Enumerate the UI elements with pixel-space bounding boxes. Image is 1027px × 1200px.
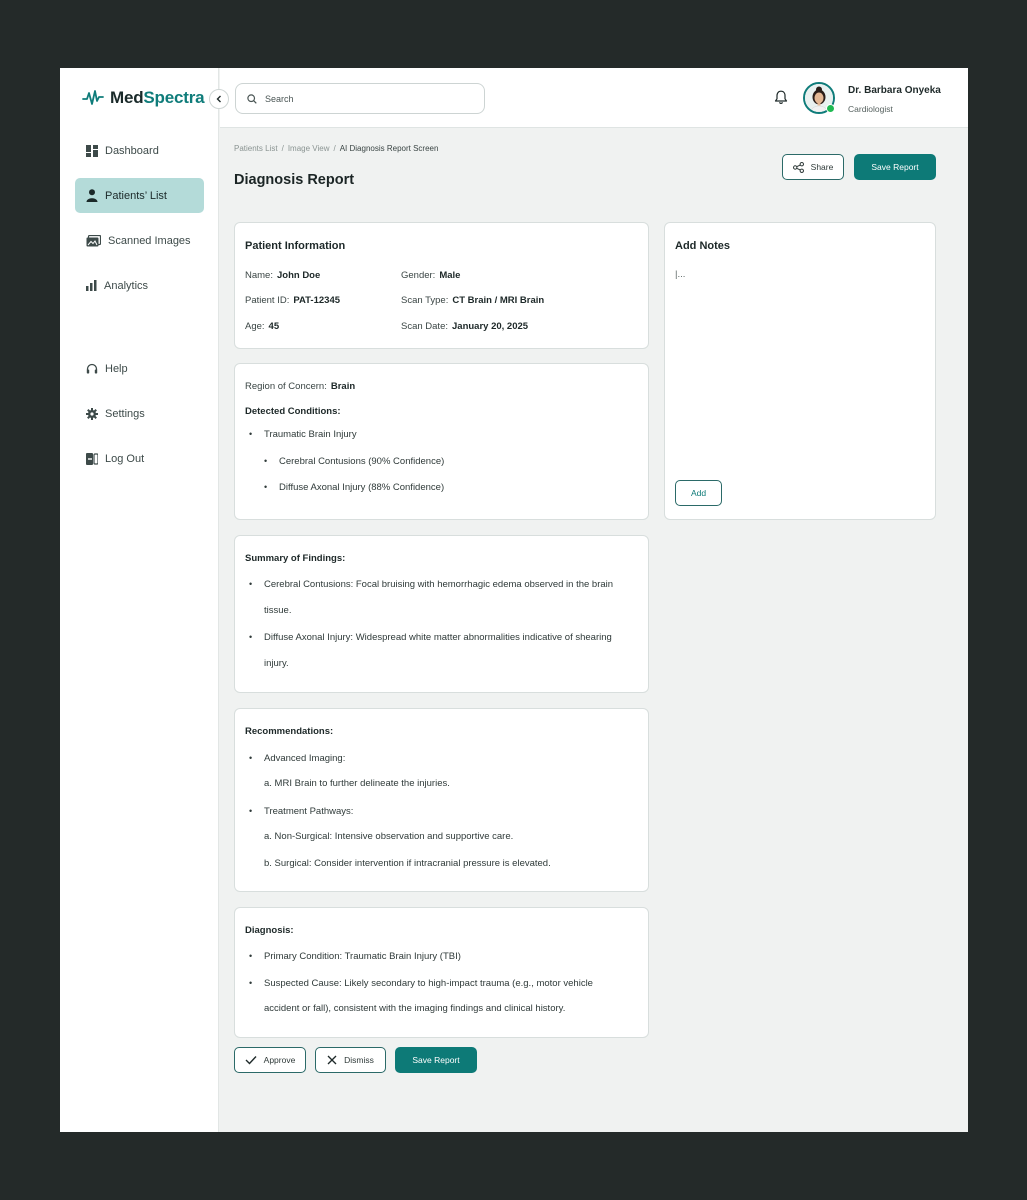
sidebar-item-settings[interactable]: Settings: [75, 396, 204, 431]
pulse-logo-icon: [82, 90, 104, 105]
sidebar-item-label: Settings: [105, 407, 145, 420]
chevron-left-icon: [216, 95, 221, 103]
sidebar-item-label: Help: [105, 362, 128, 375]
dismiss-button[interactable]: Dismiss: [315, 1047, 386, 1073]
approve-button[interactable]: Approve: [234, 1047, 306, 1073]
user-icon: [86, 189, 98, 202]
sidebar-item-label: Dashboard: [105, 144, 159, 157]
page-title: Diagnosis Report: [234, 172, 355, 188]
scan-type: CT Brain / MRI Brain: [452, 295, 545, 306]
sidebar-item-logout[interactable]: Log Out: [75, 441, 204, 476]
list-item: b. Surgical: Consider intervention if in…: [264, 858, 551, 869]
brand-name: MedSpectra: [110, 88, 205, 107]
breadcrumb-link-image-view[interactable]: Image View: [288, 144, 330, 153]
list-item-continuation: accident or fall), consistent with the i…: [264, 1003, 566, 1014]
sidebar-item-label: Patients’ List: [105, 189, 167, 202]
dashboard-icon: [86, 144, 98, 157]
patient-id: PAT-12345: [293, 295, 341, 306]
online-status-dot: [826, 104, 835, 113]
headset-icon: [86, 363, 98, 373]
sidebar-item-label: Analytics: [104, 279, 149, 292]
share-icon: [792, 161, 804, 173]
breadcrumb-link-patients-list[interactable]: Patients List: [234, 144, 278, 153]
gear-icon: [86, 407, 98, 420]
list-item: • Cerebral Contusions (90% Confidence): [264, 456, 445, 467]
share-button[interactable]: Share: [782, 154, 844, 180]
save-report-label: Save Report: [871, 162, 919, 172]
save-report-button-bottom[interactable]: Save Report: [395, 1047, 477, 1073]
search-icon: [247, 93, 257, 104]
checkmark-icon: [245, 1056, 257, 1065]
patient-name: John Doe: [276, 270, 321, 281]
save-report-button-top[interactable]: Save Report: [854, 154, 936, 180]
scan-date: January 20, 2025: [452, 321, 529, 332]
top-bar: Dr. Barbara Onyeka Cardiologist: [220, 68, 968, 128]
list-item: • Diffuse Axonal Injury (88% Confidence): [264, 482, 445, 493]
sidebar-item-label: Log Out: [105, 452, 145, 465]
detected-conditions-card: Region of Concern: Brain Detected Conditi…: [234, 363, 649, 520]
summary-heading: Summary of Findings:: [245, 553, 346, 564]
bar-chart-icon: [86, 280, 97, 291]
patient-gender-row: Gender: Male: [401, 270, 461, 281]
sidebar-item-dashboard[interactable]: Dashboard: [75, 133, 204, 168]
notes-textarea[interactable]: |...: [675, 269, 685, 280]
diagnosis-heading: Diagnosis:: [245, 925, 294, 936]
patient-info-card: Patient Information Name: John Doe Gender…: [234, 222, 649, 349]
recommendations-heading: Recommendations:: [245, 726, 334, 737]
patient-gender: Male: [439, 270, 461, 281]
user-role: Cardiologist: [848, 104, 893, 114]
add-notes-title: Add Notes: [675, 240, 730, 252]
notification-bell-icon[interactable]: [774, 90, 788, 105]
list-item: • Suspected Cause: Likely secondary to hi…: [249, 978, 593, 989]
patient-info-title: Patient Information: [245, 240, 346, 252]
list-item-continuation: tissue.: [264, 605, 292, 616]
app-window: MedSpectra Dashboard Patients’ List Scan…: [60, 68, 968, 1132]
list-item-continuation: injury.: [264, 658, 289, 669]
add-note-button[interactable]: Add: [675, 480, 722, 506]
sidebar-item-label: Scanned Images: [108, 234, 191, 247]
diagnosis-card: Diagnosis: • Primary Condition: Traumatic…: [234, 907, 649, 1038]
scan-date-row: Scan Date: January 20, 2025: [401, 321, 529, 332]
save-report-label: Save Report: [412, 1055, 460, 1065]
sidebar-item-help[interactable]: Help: [75, 351, 204, 386]
list-item: a. MRI Brain to further delineate the in…: [264, 778, 450, 789]
breadcrumb: Patients List / Image View / AI Diagnosis Re…: [234, 144, 439, 153]
region-of-concern: Brain: [330, 381, 356, 392]
list-item: • Traumatic Brain Injury: [249, 429, 357, 440]
list-item: • Advanced Imaging:: [249, 753, 346, 764]
list-item: • Treatment Pathways:: [249, 806, 354, 817]
brand-logo[interactable]: MedSpectra: [82, 88, 205, 108]
logout-icon: [86, 452, 98, 465]
images-icon: [86, 234, 101, 246]
approve-label: Approve: [263, 1055, 296, 1065]
search-input[interactable]: [265, 93, 465, 104]
list-item: • Diffuse Axonal Injury: Widespread white…: [249, 632, 612, 643]
sidebar-item-patients-list[interactable]: Patients’ List: [75, 178, 204, 213]
share-button-label: Share: [810, 162, 834, 172]
dismiss-label: Dismiss: [344, 1055, 374, 1065]
region-of-concern-row: Region of Concern: Brain: [245, 381, 356, 392]
list-item: • Cerebral Contusions: Focal bruising wit…: [249, 579, 614, 590]
list-item: a. Non-Surgical: Intensive observation a…: [264, 831, 514, 842]
sidebar-item-scanned-images[interactable]: Scanned Images: [75, 223, 204, 258]
breadcrumb-current: AI Diagnosis Report Screen: [339, 144, 439, 153]
detected-conditions-heading: Detected Conditions:: [245, 406, 341, 417]
scan-type-row: Scan Type: CT Brain / MRI Brain: [401, 295, 545, 306]
user-name: Dr. Barbara Onyeka: [848, 85, 941, 96]
search-box[interactable]: [235, 83, 485, 114]
collapse-sidebar-button[interactable]: [209, 89, 229, 109]
sidebar: MedSpectra Dashboard Patients’ List Scan…: [60, 68, 219, 1132]
close-icon: [327, 1055, 337, 1065]
patient-age-row: Age: 45: [245, 321, 280, 332]
summary-of-findings-card: Summary of Findings: • Cerebral Contusion…: [234, 535, 649, 693]
patient-id-row: Patient ID: PAT-12345: [245, 295, 341, 306]
sidebar-item-analytics[interactable]: Analytics: [75, 268, 204, 303]
add-notes-card: Add Notes |... Add: [664, 222, 936, 520]
recommendations-card: Recommendations: • Advanced Imaging: a. M…: [234, 708, 649, 892]
patient-name-row: Name: John Doe: [245, 270, 321, 281]
patient-age: 45: [268, 321, 280, 332]
list-item: • Primary Condition: Traumatic Brain Inju…: [249, 951, 461, 962]
add-note-label: Add: [690, 488, 707, 498]
